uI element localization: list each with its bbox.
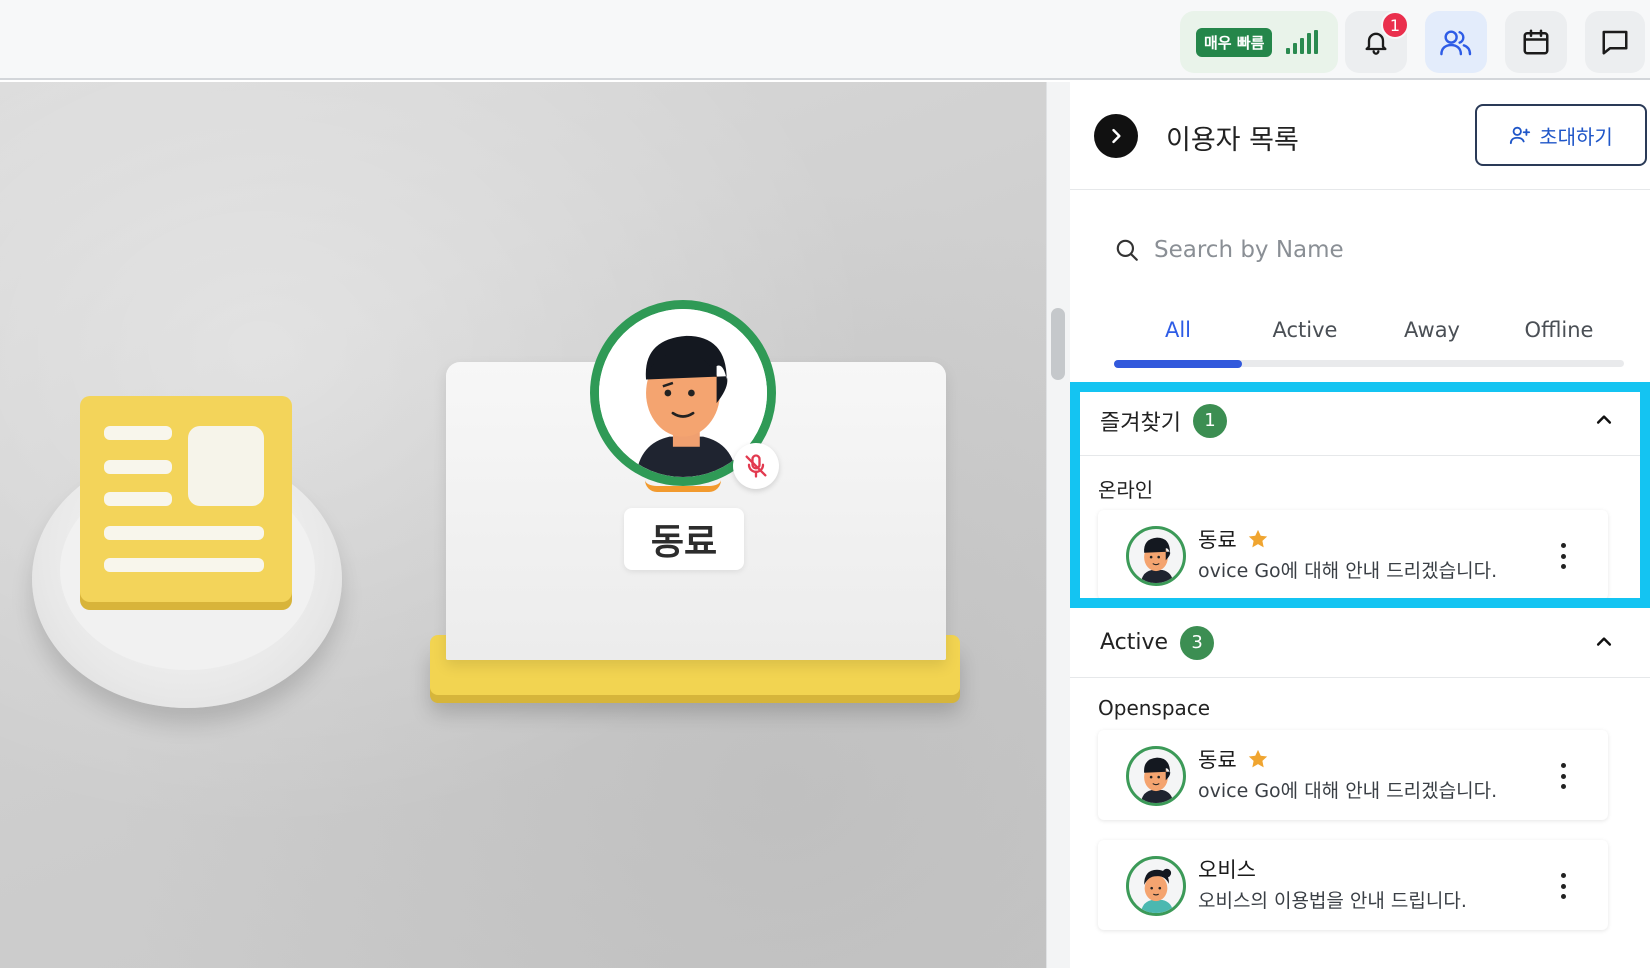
user-row[interactable]: 동료 ovice Go에 대해 안내 드리겠습니다. — [1098, 730, 1608, 820]
panel-title: 이용자 목록 — [1166, 125, 1299, 156]
document-board-object[interactable] — [80, 396, 292, 602]
users-icon — [1440, 30, 1472, 56]
user-name: 오비스 — [1198, 854, 1256, 884]
selected-tab-indicator — [1114, 360, 1242, 368]
calendar-button[interactable] — [1505, 11, 1567, 73]
avatar — [1126, 856, 1186, 916]
doc-line — [104, 558, 264, 572]
chat-button[interactable] — [1585, 11, 1645, 73]
user-row[interactable]: 오비스 오비스의 이용법을 안내 드립니다. — [1098, 840, 1608, 930]
calendar-icon — [1523, 29, 1549, 55]
mic-muted-icon — [733, 443, 779, 489]
users-button[interactable] — [1425, 11, 1487, 73]
panel-header: 이용자 목록 초대하기 — [1070, 82, 1650, 190]
search-icon — [1116, 239, 1138, 261]
notifications-button[interactable]: 1 — [1345, 11, 1409, 73]
tab-away[interactable]: Away — [1368, 310, 1496, 350]
active-group-label: Openspace — [1098, 696, 1211, 720]
avatar — [1126, 746, 1186, 806]
man-avatar-icon — [1140, 757, 1174, 803]
status-arc — [645, 480, 721, 492]
user-name: 동료 — [1198, 744, 1269, 774]
tab-active[interactable]: Active — [1241, 310, 1369, 350]
tab-all[interactable]: All — [1114, 310, 1242, 350]
collapse-panel-button[interactable] — [1094, 114, 1138, 158]
doc-line — [104, 426, 172, 440]
network-speed-badge: 매우 빠름 — [1196, 27, 1273, 57]
doc-image-placeholder — [188, 426, 264, 506]
woman-avatar-icon — [1140, 868, 1174, 913]
user-status-message: ovice Go에 대해 안내 드리겠습니다. — [1198, 780, 1498, 802]
scrollbar-thumb[interactable] — [1051, 308, 1065, 380]
user-status-message: 오비스의 이용법을 안내 드립니다. — [1198, 890, 1467, 912]
star-icon[interactable] — [1247, 748, 1269, 770]
virtual-space-canvas[interactable] — [0, 82, 1046, 968]
doc-line — [104, 526, 264, 540]
doc-line — [104, 492, 172, 506]
doc-line — [104, 460, 172, 474]
more-options-icon[interactable] — [1558, 763, 1568, 789]
top-bar: 매우 빠름 1 — [0, 0, 1650, 80]
active-count-badge: 3 — [1180, 625, 1215, 660]
user-name-text: 오비스 — [1198, 858, 1256, 882]
more-options-icon[interactable] — [1558, 873, 1568, 899]
signal-strength-icon — [1286, 30, 1319, 54]
network-status[interactable]: 매우 빠름 — [1180, 11, 1338, 73]
user-list-panel: 이용자 목록 초대하기 All Active Away Offline 즐겨찾기… — [1070, 82, 1650, 968]
search-input[interactable] — [1154, 237, 1594, 263]
invite-label: 초대하기 — [1539, 124, 1613, 149]
search-box — [1114, 232, 1614, 268]
favorites-highlight-frame — [1070, 382, 1650, 608]
active-section-header[interactable]: Active 3 — [1070, 608, 1650, 678]
chat-icon — [1602, 30, 1628, 55]
chevron-right-icon — [1112, 128, 1121, 144]
nameplate-label: 동료 — [624, 508, 744, 570]
status-tabs: All Active Away Offline — [1114, 310, 1624, 370]
add-user-icon — [1510, 126, 1531, 145]
active-title: Active — [1100, 630, 1169, 655]
user-name-text: 동료 — [1198, 748, 1237, 772]
invite-button[interactable]: 초대하기 — [1475, 104, 1647, 166]
tab-offline[interactable]: Offline — [1495, 310, 1623, 350]
chevron-up-icon[interactable] — [1594, 632, 1614, 652]
notification-count-badge: 1 — [1381, 11, 1409, 39]
scroll-gutter — [1046, 82, 1070, 968]
